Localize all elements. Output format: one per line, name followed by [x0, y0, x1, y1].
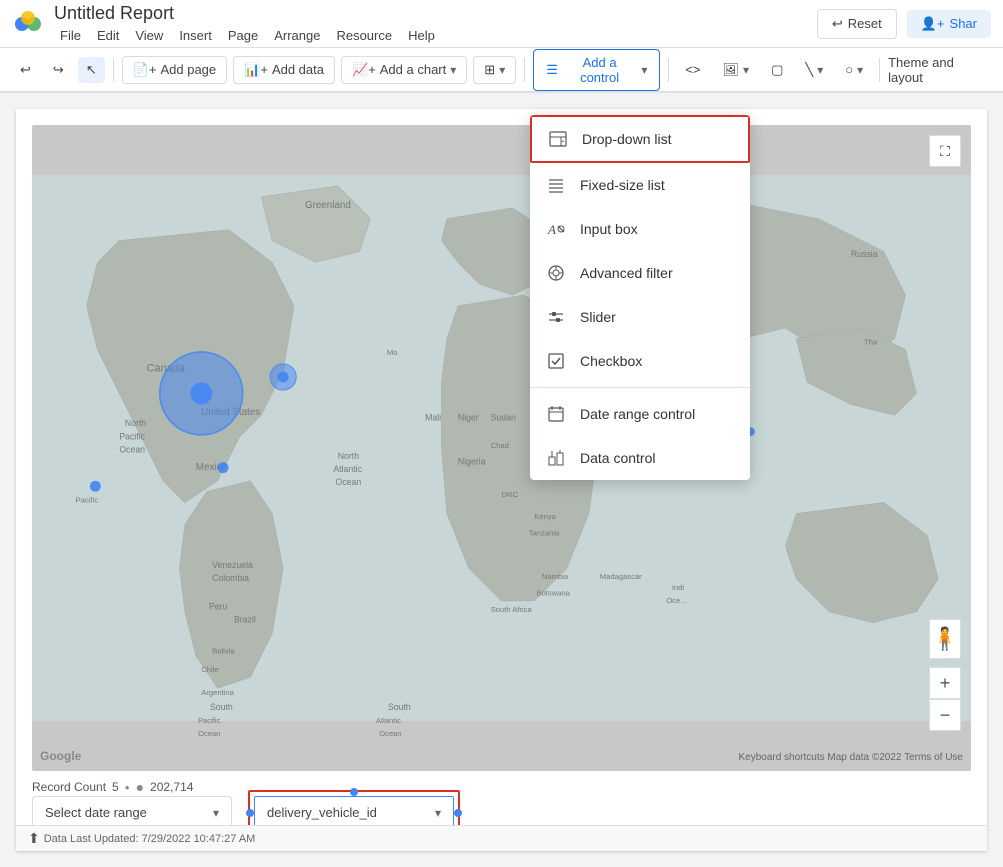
status-bar: ⬆ Data Last Updated: 7/29/2022 10:47:27 …	[16, 825, 987, 851]
zoom-out-button[interactable]: −	[929, 699, 961, 731]
menu-view[interactable]: View	[129, 26, 169, 45]
date-range-label: Date range control	[580, 406, 695, 422]
menu-help[interactable]: Help	[402, 26, 441, 45]
menu-item-dropdown-list[interactable]: Drop-down list	[530, 115, 750, 163]
add-chart-chevron: ▾	[450, 63, 456, 77]
redo-icon: ↪	[53, 62, 64, 78]
separator-3	[668, 58, 669, 82]
reset-button[interactable]: ↩ Reset	[817, 9, 897, 39]
data-control-icon	[546, 448, 566, 468]
add-control-dropdown-menu: Drop-down list Fixed-size list A Input b…	[530, 115, 750, 480]
handle-top[interactable]	[350, 788, 358, 796]
input-box-label: Input box	[580, 221, 638, 237]
menu-item-advanced-filter[interactable]: Advanced filter	[530, 251, 750, 295]
menu-item-fixed-size-list[interactable]: Fixed-size list	[530, 163, 750, 207]
menu-arrange[interactable]: Arrange	[268, 26, 326, 45]
zoom-in-button[interactable]: +	[929, 667, 961, 699]
shapes-icon: ○	[845, 62, 853, 77]
dropdown-list-icon	[548, 129, 568, 149]
menu-item-checkbox[interactable]: Checkbox	[530, 339, 750, 383]
checkbox-label: Checkbox	[580, 353, 642, 369]
menu-item-data-control[interactable]: Data control	[530, 436, 750, 480]
zoom-in-icon: +	[940, 673, 951, 694]
frame-button[interactable]: ▢	[763, 57, 791, 83]
theme-layout-button[interactable]: Theme and layout	[888, 55, 991, 85]
data-control-label: Data control	[580, 450, 655, 466]
dropdown-list-label: Drop-down list	[582, 131, 671, 147]
map-area: Canada North Pacific Ocean United States…	[32, 125, 971, 771]
reset-icon: ↩	[832, 16, 843, 32]
app-logo	[12, 8, 44, 40]
dropdown-chevron: ▾	[435, 806, 441, 820]
add-page-button[interactable]: 📄+ Add page	[122, 56, 227, 84]
image-icon: 🖼	[723, 62, 740, 78]
layout-icon: ⊞	[484, 62, 495, 78]
share-button[interactable]: 👤+ Shar	[907, 10, 991, 38]
google-logo: Google	[40, 749, 81, 763]
slider-icon	[546, 307, 566, 327]
add-control-icon: ☰	[546, 62, 558, 78]
input-box-icon: A	[546, 219, 566, 239]
separator-1	[113, 58, 114, 82]
code-icon: <>	[685, 62, 700, 77]
add-page-icon: 📄+	[133, 62, 157, 78]
menu-page[interactable]: Page	[222, 26, 264, 45]
add-data-button[interactable]: 📊+ Add data	[233, 56, 335, 84]
handle-left[interactable]	[246, 809, 254, 817]
undo-icon: ↩	[20, 62, 31, 78]
menu-resource[interactable]: Resource	[330, 26, 398, 45]
status-icon: ⬆	[28, 830, 40, 847]
menu-item-input-box[interactable]: A Input box	[530, 207, 750, 251]
separator-4	[879, 58, 880, 82]
advanced-filter-label: Advanced filter	[580, 265, 673, 281]
add-chart-button[interactable]: 📈+ Add a chart ▾	[341, 56, 467, 84]
pegman-button[interactable]: 🧍	[929, 619, 961, 659]
map-footer: Keyboard shortcuts Map data ©2022 Terms …	[738, 752, 963, 763]
zoom-controls: 🧍 + −	[929, 667, 961, 731]
map-overlay: ⛶ 🧍 + − Google Keyboard shortcuts Map da…	[32, 125, 971, 771]
advanced-filter-icon	[546, 263, 566, 283]
date-range-icon	[546, 404, 566, 424]
menu-item-date-range[interactable]: Date range control	[530, 392, 750, 436]
zoom-out-icon: −	[940, 705, 951, 726]
shapes-button[interactable]: ○ ▾	[837, 57, 871, 82]
share-icon: 👤+	[921, 16, 945, 32]
image-button[interactable]: 🖼 ▾	[715, 57, 758, 83]
report-title: Untitled Report	[54, 3, 817, 24]
code-button[interactable]: <>	[677, 57, 708, 82]
dropdown-value: delivery_vehicle_id	[267, 805, 377, 820]
add-control-chevron: ▾	[641, 63, 647, 77]
menu-item-slider[interactable]: Slider	[530, 295, 750, 339]
separator-2	[524, 58, 525, 82]
date-range-label: Select date range	[45, 805, 147, 820]
menu-divider	[530, 387, 750, 388]
fixed-size-list-icon	[546, 175, 566, 195]
menu-insert[interactable]: Insert	[173, 26, 218, 45]
tools-button[interactable]: ╲ ▾	[797, 57, 831, 83]
menu-edit[interactable]: Edit	[91, 26, 125, 45]
add-control-button[interactable]: ☰ Add a control ▾	[533, 49, 660, 91]
cursor-icon: ↖	[86, 62, 97, 78]
svg-text:A: A	[547, 222, 556, 237]
add-chart-icon: 📈+	[352, 62, 376, 78]
date-range-chevron: ▾	[213, 806, 219, 820]
add-data-icon: 📊+	[244, 62, 268, 78]
fullscreen-button[interactable]: ⛶	[929, 135, 961, 167]
status-text: Data Last Updated: 7/29/2022 10:47:27 AM	[44, 833, 256, 845]
slider-label: Slider	[580, 309, 616, 325]
menu-file[interactable]: File	[54, 26, 87, 45]
report-canvas: Canada North Pacific Ocean United States…	[16, 109, 987, 851]
fixed-size-list-label: Fixed-size list	[580, 177, 665, 193]
undo-button[interactable]: ↩	[12, 57, 39, 83]
main-content: Canada North Pacific Ocean United States…	[0, 93, 1003, 867]
layout-button[interactable]: ⊞ ▾	[473, 56, 516, 84]
frame-icon: ▢	[771, 62, 783, 78]
redo-button[interactable]: ↪	[45, 57, 72, 83]
cursor-button[interactable]: ↖	[78, 57, 105, 83]
checkbox-icon	[546, 351, 566, 371]
fullscreen-icon: ⛶	[940, 143, 950, 160]
handle-right[interactable]	[454, 809, 462, 817]
tools-icon: ╲	[805, 62, 813, 78]
